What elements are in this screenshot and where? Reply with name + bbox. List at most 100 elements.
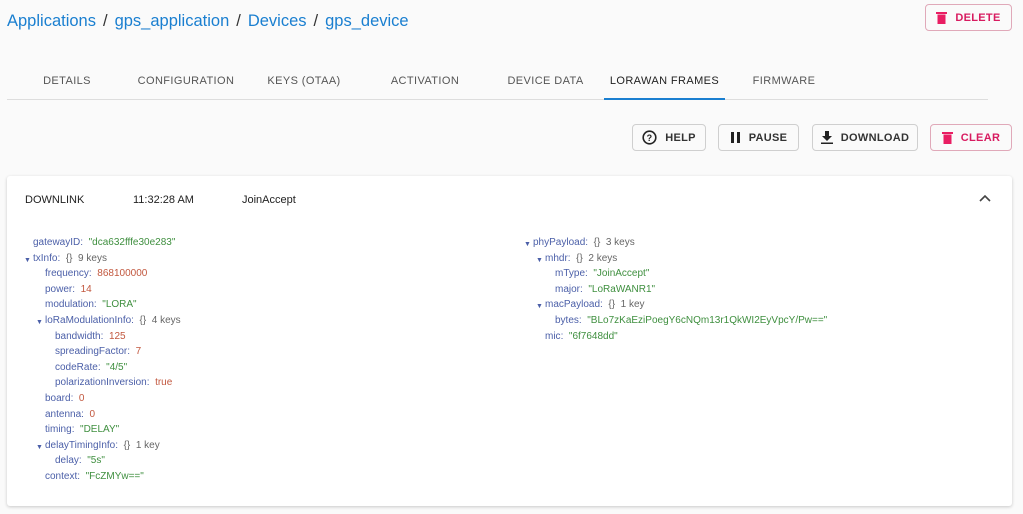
json-key: power [45, 283, 73, 295]
colon: : [72, 283, 81, 295]
colon: : [97, 361, 107, 373]
json-key: context [45, 471, 78, 482]
colon: : [146, 377, 156, 389]
pause-button[interactable]: PAUSE [718, 124, 799, 151]
json-row[interactable]: ▼ txInfo: {} 9 keys [24, 252, 107, 265]
tab-firmware[interactable]: FIRMWARE [725, 64, 843, 100]
breadcrumb-separator: / [236, 12, 241, 30]
svg-text:?: ? [647, 133, 653, 143]
json-value: {} 3 keys [593, 237, 635, 248]
json-row: context: "FcZMYw==" [45, 470, 144, 483]
json-row: bytes: "BLo7zKaEziPoegY6cNQm13r1QkWI2EyV… [555, 314, 827, 327]
json-key: bytes [555, 315, 579, 326]
expand-arrow-icon[interactable]: ▼ [536, 254, 543, 267]
json-row: timing: "DELAY" [45, 423, 119, 436]
json-value: "FcZMYw==" [85, 471, 144, 482]
delete-label: DELETE [955, 11, 1001, 24]
json-key: antenna [45, 408, 82, 420]
trash-icon [936, 12, 948, 24]
json-value: "DELAY" [80, 424, 120, 436]
json-row[interactable]: ▼ mhdr: {} 2 keys [536, 252, 618, 265]
json-row: gatewayID: "dca632fffe30e283" [33, 236, 175, 249]
help-button[interactable]: ? HELP [632, 124, 706, 151]
json-row: major: "LoRaWANR1" [555, 283, 655, 296]
download-button[interactable]: DOWNLOAD [812, 124, 918, 151]
json-row[interactable]: ▼ loRaModulationInfo: {} 4 keys [36, 314, 181, 327]
download-label: DOWNLOAD [840, 131, 910, 144]
tab-activation[interactable]: ACTIVATION [363, 64, 487, 100]
breadcrumb-applications[interactable]: Applications [7, 12, 96, 30]
json-value: "BLo7zKaEziPoegY6cNQm13r1QkWI2EyVpcY/Pw=… [587, 315, 828, 326]
colon: : [57, 252, 66, 264]
download-icon [820, 131, 833, 144]
json-value: "4/5" [106, 361, 128, 373]
json-value: {} 9 keys [65, 252, 107, 264]
tab-bar: DETAILS CONFIGURATION KEYS (OTAA) ACTIVA… [7, 64, 988, 100]
json-key: macPayload [545, 299, 601, 311]
json-value: "6f7648dd" [568, 330, 618, 342]
expand-arrow-icon[interactable]: ▼ [36, 316, 43, 329]
json-row: board: 0 [45, 392, 84, 405]
breadcrumb-device[interactable]: gps_device [325, 12, 408, 30]
colon: : [567, 252, 577, 264]
json-value: {} 2 keys [576, 252, 618, 264]
json-row: mType: "JoinAccept" [555, 267, 649, 280]
json-row: antenna: 0 [45, 408, 95, 421]
json-value: "LORA" [102, 299, 137, 311]
frame-type: JoinAccept [242, 194, 296, 206]
json-row: bandwidth: 125 [55, 330, 126, 343]
expand-arrow-icon[interactable]: ▼ [24, 254, 31, 267]
pause-icon [730, 132, 740, 143]
tab-keys-otaa[interactable]: KEYS (OTAA) [245, 64, 363, 100]
json-row[interactable]: ▼ delayTimingInfo: {} 1 key [36, 439, 160, 452]
tab-configuration[interactable]: CONFIGURATION [127, 64, 245, 100]
tab-details[interactable]: DETAILS [7, 64, 127, 100]
json-row: mic: "6f7648dd" [545, 330, 618, 343]
colon: : [115, 439, 124, 451]
json-row: polarizationInversion: true [55, 376, 172, 389]
json-value: 0 [78, 393, 85, 404]
json-row[interactable]: ▼ phyPayload: {} 3 keys [524, 236, 635, 249]
expand-arrow-icon[interactable]: ▼ [524, 238, 531, 251]
frame-card: DOWNLINK 11:32:28 AM JoinAccept gatewayI… [7, 176, 1012, 506]
json-key: loRaModulationInfo [45, 315, 132, 326]
help-label: HELP [665, 131, 696, 144]
colon: : [578, 315, 588, 326]
json-row: frequency: 868100000 [45, 267, 147, 280]
json-key: major [555, 283, 581, 295]
json-key: delayTimingInfo [45, 439, 116, 451]
json-row: codeRate: "4/5" [55, 361, 127, 374]
json-key: mic [545, 330, 561, 342]
json-value: 14 [80, 283, 92, 295]
colon: : [93, 299, 103, 311]
delete-button[interactable]: DELETE [925, 4, 1012, 31]
json-key: gatewayID [33, 237, 81, 248]
breadcrumb: Applications / gps_application / Devices / gps… [7, 12, 409, 31]
tab-device-data[interactable]: DEVICE DATA [487, 64, 604, 100]
json-row[interactable]: ▼ macPayload: {} 1 key [536, 298, 645, 311]
chevron-up-icon[interactable] [979, 194, 991, 204]
json-key: mhdr [545, 252, 568, 264]
colon: : [100, 330, 109, 342]
json-value: "LoRaWANR1" [588, 283, 656, 295]
colon: : [78, 455, 88, 467]
json-key: delay [55, 455, 79, 467]
json-value: "dca632fffe30e283" [88, 237, 176, 248]
breadcrumb-devices[interactable]: Devices [248, 12, 307, 30]
breadcrumb-separator: / [313, 12, 319, 30]
colon: : [88, 268, 98, 280]
json-value: 7 [135, 346, 142, 358]
colon: : [127, 346, 136, 358]
tab-lorawan-frames[interactable]: LORAWAN FRAMES [604, 64, 725, 100]
json-key: phyPayload [533, 237, 586, 248]
json-row: spreadingFactor: 7 [55, 345, 141, 358]
json-key: codeRate [55, 361, 98, 373]
breadcrumb-separator: / [102, 12, 108, 30]
expand-arrow-icon[interactable]: ▼ [36, 441, 43, 454]
expand-arrow-icon[interactable]: ▼ [536, 300, 543, 313]
pause-label: PAUSE [748, 131, 788, 144]
json-value: 0 [89, 408, 96, 420]
breadcrumb-application[interactable]: gps_application [115, 12, 230, 30]
clear-button[interactable]: CLEAR [930, 124, 1012, 151]
help-icon: ? [642, 130, 657, 145]
